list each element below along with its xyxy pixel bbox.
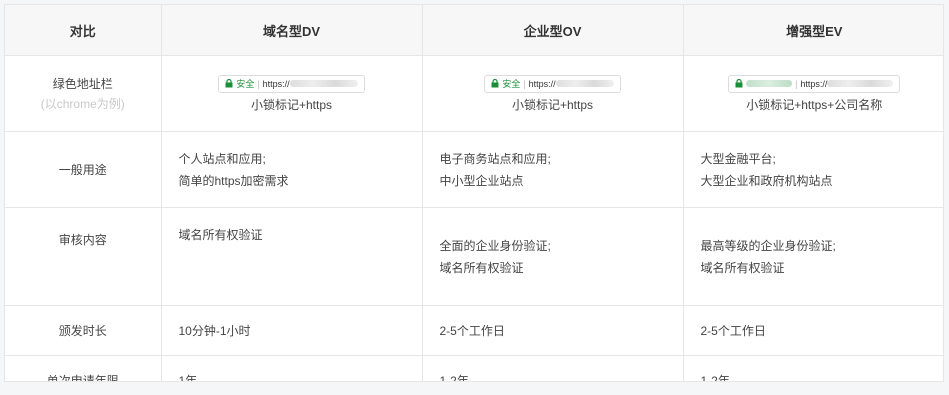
review-ev-cell: 最高等级的企业身份验证; 域名所有权验证 [683, 207, 943, 306]
usage-ov-line: 中小型企业站点 [439, 173, 524, 188]
ov-bar-note: 小锁标记+https [511, 97, 594, 112]
review-dv-line: 域名所有权验证 [178, 228, 263, 242]
dv-address-bar: 安全 | https:// [218, 74, 365, 93]
usage-dv-cell: 个人站点和应用; 简单的https加密需求 [161, 131, 423, 208]
review-ev-line: 域名所有权验证 [700, 260, 785, 275]
lock-icon [225, 79, 233, 88]
blurred-domain [827, 80, 894, 87]
ov-secure-text: 安全 [502, 79, 521, 89]
header-row: 对比 域名型DV 企业型OV 增强型EV [5, 5, 943, 56]
ev-url-text: https:// [800, 78, 828, 89]
usage-label: 一般用途 [5, 131, 162, 208]
review-ev-line: 最高等级的企业身份验证; [700, 238, 836, 253]
lock-icon [735, 79, 743, 88]
header-ov: 企业型OV [422, 5, 684, 56]
dv-bar-note: 小锁标记+https [250, 97, 333, 112]
blurred-domain [555, 80, 614, 87]
usage-ov-cell: 电子商务站点和应用; 中小型企业站点 [422, 131, 684, 208]
usage-ev-line: 大型金融平台; [700, 151, 776, 166]
years-ov: 1-2年 [422, 355, 684, 381]
separator: | [795, 78, 798, 89]
review-ov-line: 域名所有权验证 [439, 260, 524, 275]
issue-time-dv: 10分钟-1小时 [161, 305, 423, 356]
table-row-green-bar: 绿色地址栏 (以chrome为例) 安全 | https:// 小锁标记+htt… [5, 55, 943, 132]
lock-icon [491, 79, 499, 88]
issue-time-label: 颁发时长 [5, 305, 162, 356]
review-ov-line: 全面的企业身份验证; [439, 238, 551, 253]
ev-bar-note: 小锁标记+https+公司名称 [746, 97, 883, 112]
usage-dv-line: 简单的https加密需求 [178, 173, 289, 188]
usage-ov-line: 电子商务站点和应用; [439, 151, 551, 166]
header-ev: 增强型EV [683, 5, 943, 56]
dv-secure-text: 安全 [236, 79, 255, 89]
separator: | [257, 78, 260, 89]
usage-ev-line: 大型企业和政府机构站点 [700, 173, 833, 188]
ov-address-bar: 安全 | https:// [484, 74, 621, 93]
usage-dv-line: 个人站点和应用; [178, 151, 266, 166]
ev-address-bar: | https:// [728, 74, 901, 93]
green-bar-sublabel: (以chrome为例) [40, 96, 125, 111]
ov-url-text: https:// [528, 78, 556, 89]
dv-green-bar-cell: 安全 | https:// 小锁标记+https [161, 55, 423, 132]
review-dv-cell: 域名所有权验证 [161, 207, 423, 306]
ssl-comparison-table: 对比 域名型DV 企业型OV 增强型EV 绿色地址栏 (以chrome为例) 安… [5, 5, 943, 382]
usage-ev-cell: 大型金融平台; 大型企业和政府机构站点 [683, 131, 943, 208]
review-label: 审核内容 [5, 207, 162, 306]
blurred-company-name [746, 80, 793, 87]
table-row-usage: 一般用途 个人站点和应用; 简单的https加密需求 电子商务站点和应用; 中小… [5, 131, 943, 208]
years-ev: 1-2年 [700, 373, 730, 382]
row-label-green-bar: 绿色地址栏 (以chrome为例) [5, 55, 162, 132]
header-compare: 对比 [5, 5, 162, 56]
issue-time-ev: 2-5个工作日 [683, 305, 943, 356]
ev-green-bar-cell: | https:// 小锁标记+https+公司名称 [683, 55, 943, 132]
table-row-years: 单次申请年限 1年 1-2年 1-2年 [5, 355, 943, 382]
issue-time-ov: 2-5个工作日 [422, 305, 684, 356]
green-bar-label: 绿色地址栏 [52, 76, 113, 91]
years-dv: 1年 [161, 355, 423, 381]
ov-green-bar-cell: 安全 | https:// 小锁标记+https [422, 55, 684, 132]
separator: | [523, 78, 526, 89]
blurred-domain [289, 80, 358, 87]
comparison-table-container: 对比 域名型DV 企业型OV 增强型EV 绿色地址栏 (以chrome为例) 安… [4, 4, 944, 382]
dv-url-text: https:// [262, 78, 290, 89]
table-row-review: 审核内容 域名所有权验证 全面的企业身份验证; 域名所有权验证 最高等级的企业身… [5, 207, 943, 306]
header-dv: 域名型DV [161, 5, 423, 56]
table-row-issue-time: 颁发时长 10分钟-1小时 2-5个工作日 2-5个工作日 [5, 305, 943, 356]
years-label: 单次申请年限 [5, 355, 162, 381]
review-ov-cell: 全面的企业身份验证; 域名所有权验证 [422, 207, 684, 306]
